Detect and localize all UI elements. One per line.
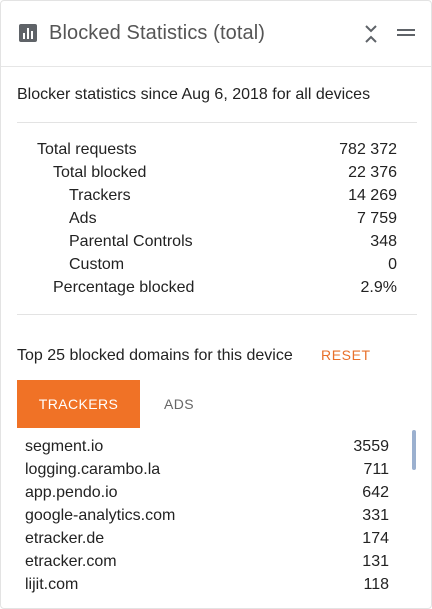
stat-value: 7 759 xyxy=(356,210,397,227)
stat-label: Percentage blocked xyxy=(53,279,195,296)
stat-value: 782 372 xyxy=(339,141,397,158)
stat-label: Custom xyxy=(69,256,125,273)
list-item[interactable]: google-analytics.com 331 xyxy=(25,507,389,530)
domain-name: segment.io xyxy=(25,438,104,455)
tab-ads[interactable]: ADS xyxy=(140,380,218,428)
domain-count: 642 xyxy=(362,484,389,501)
domain-count: 331 xyxy=(362,507,389,524)
blocked-domains-list[interactable]: segment.io 3559 logging.carambo.la 711 app.p… xyxy=(17,428,417,608)
stat-row: Percentage blocked 2.9% xyxy=(53,279,397,301)
stat-label: Trackers xyxy=(69,187,131,204)
scrollbar-thumb[interactable] xyxy=(412,430,416,470)
stat-label: Parental Controls xyxy=(69,233,193,250)
domain-tabs: TRACKERS ADS xyxy=(17,380,417,428)
panel-title: Blocked Statistics (total) xyxy=(49,22,266,44)
stat-label: Ads xyxy=(69,210,97,227)
tab-trackers[interactable]: TRACKERS xyxy=(17,380,140,428)
statistics-since-text: Blocker statistics since Aug 6, 2018 for… xyxy=(17,86,371,103)
stat-row: Parental Controls 348 xyxy=(69,233,397,255)
collapse-icon[interactable] xyxy=(362,23,380,45)
domain-count: 131 xyxy=(362,553,389,570)
stat-row: Trackers 14 269 xyxy=(69,187,397,209)
divider xyxy=(17,122,417,123)
blocked-statistics-panel: Blocked Statistics (total) Blocker stati… xyxy=(0,0,432,609)
stat-row: Total requests 782 372 xyxy=(37,141,397,163)
domain-name: logging.carambo.la xyxy=(25,461,161,478)
stat-value: 22 376 xyxy=(348,164,397,181)
stat-row: Ads 7 759 xyxy=(69,210,397,232)
stat-row: Total blocked 22 376 xyxy=(53,164,397,186)
stat-value: 2.9% xyxy=(360,279,397,296)
stat-value: 14 269 xyxy=(348,187,397,204)
list-item[interactable]: segment.io 3559 xyxy=(25,438,389,461)
list-item[interactable]: logging.carambo.la 711 xyxy=(25,461,389,484)
stat-label: Total blocked xyxy=(53,164,147,181)
top-domains-label: Top 25 blocked domains for this device xyxy=(17,347,293,364)
reset-button[interactable]: RESET xyxy=(321,347,371,363)
list-item[interactable]: etracker.com 131 xyxy=(25,553,389,576)
domain-count: 118 xyxy=(363,576,389,593)
domain-count: 174 xyxy=(362,530,389,547)
list-item[interactable]: etracker.de 174 xyxy=(25,530,389,553)
domain-count: 711 xyxy=(363,461,389,478)
stat-row: Custom 0 xyxy=(69,256,397,278)
menu-icon[interactable] xyxy=(396,25,416,41)
domain-name: app.pendo.io xyxy=(25,484,118,501)
domain-name: etracker.de xyxy=(25,530,105,547)
divider xyxy=(17,314,417,315)
scrollbar[interactable] xyxy=(412,428,417,608)
domain-name: etracker.com xyxy=(25,553,117,570)
stat-value: 0 xyxy=(388,256,397,273)
panel-header: Blocked Statistics (total) xyxy=(1,1,431,67)
domain-name: lijit.com xyxy=(25,576,79,593)
list-item[interactable]: lijit.com 118 xyxy=(25,576,389,599)
domain-name: google-analytics.com xyxy=(25,507,176,524)
bar-chart-icon xyxy=(19,24,37,42)
domain-count: 3559 xyxy=(353,438,389,455)
stat-value: 348 xyxy=(370,233,397,250)
list-item[interactable]: app.pendo.io 642 xyxy=(25,484,389,507)
stat-label: Total requests xyxy=(37,141,137,158)
